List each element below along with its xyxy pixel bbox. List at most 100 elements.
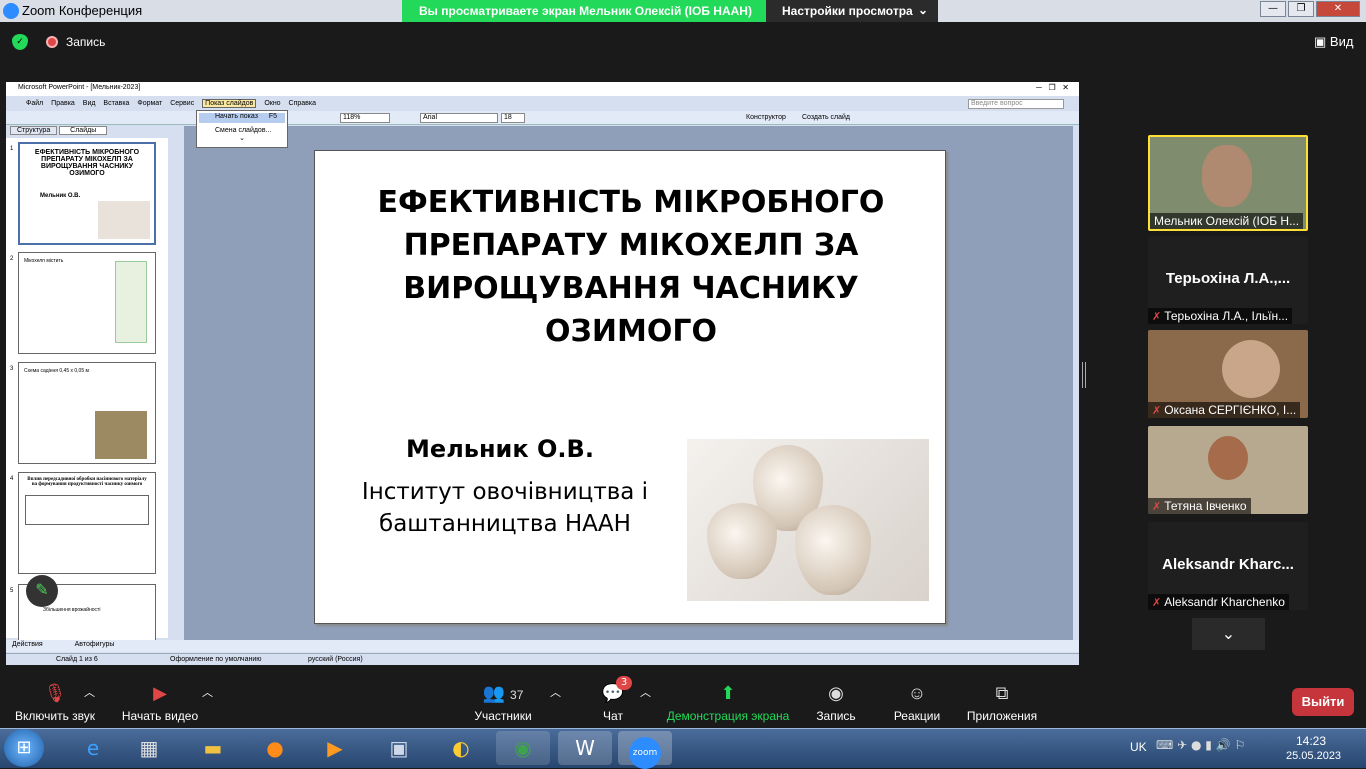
status-bar: Слайд 1 из 6 Оформление по умолчанию рус…: [6, 653, 1079, 665]
thumb-image: [115, 261, 147, 343]
leave-button[interactable]: Выйти: [1292, 688, 1354, 716]
slide-thumb-4[interactable]: Вплив передсадивної обробки насіннєвого …: [18, 472, 156, 574]
menu-format[interactable]: Формат: [137, 100, 162, 107]
menu-window[interactable]: Окно: [264, 100, 280, 107]
start-show-item[interactable]: Начать показ F5: [199, 113, 285, 123]
status-design: Оформление по умолчанию: [170, 656, 262, 663]
folder-icon[interactable]: ▬: [186, 731, 240, 765]
tray-icons[interactable]: ⌨ ✈ ● ▮ 🔊 ⚐: [1156, 738, 1245, 752]
tab-slides[interactable]: Слайды: [59, 126, 108, 135]
ppt-title-bar: Microsoft PowerPoint - [Мельник-2023] ─ …: [6, 82, 1079, 96]
chat-badge: 3: [616, 676, 632, 690]
menu-tools[interactable]: Сервис: [170, 100, 194, 107]
tab-outline[interactable]: Структура: [10, 126, 58, 135]
menu-edit[interactable]: Правка: [51, 100, 75, 107]
thumb-text: Вплив передсадивної обробки насіннєвого …: [27, 477, 147, 487]
mic-muted-icon: ✗: [1152, 597, 1162, 609]
firefox-icon[interactable]: ●: [248, 731, 302, 765]
designer-button[interactable]: Конструктор: [746, 114, 786, 121]
participants-button[interactable]: 👥 37 Участники: [470, 680, 536, 723]
menu-view[interactable]: Вид: [83, 100, 96, 107]
thumb-image: [98, 201, 150, 239]
chrome-icon[interactable]: ◉: [496, 731, 550, 765]
participant-tile[interactable]: Aleksandr Kharc... ✗ Aleksandr Kharchenko: [1148, 522, 1308, 610]
help-search-input[interactable]: Введите вопрос: [968, 99, 1064, 109]
zoom-select[interactable]: 118%: [340, 113, 390, 123]
record-dot-icon: [46, 36, 58, 48]
pen-icon[interactable]: ✎: [26, 575, 58, 607]
window-title: Zoom Конференция: [22, 3, 143, 18]
close-button[interactable]: ✕: [1316, 1, 1360, 17]
actions-menu[interactable]: Действия: [12, 641, 43, 648]
garlic-image: [687, 439, 929, 601]
menu-file[interactable]: Файл: [26, 100, 43, 107]
ie-icon[interactable]: e: [66, 731, 120, 765]
chevron-up-icon[interactable]: ︿: [84, 684, 95, 700]
thumb-number: 2: [10, 256, 14, 262]
media-player-icon[interactable]: ▶: [308, 731, 362, 765]
slide-title[interactable]: ЕФЕКТИВНІСТЬ МІКРОБНОГО ПРЕПАРАТУ МІКОХЕ…: [345, 181, 917, 353]
expand-menu-icon[interactable]: ⌄: [197, 134, 287, 142]
splitter-handle[interactable]: [1082, 362, 1086, 388]
mic-muted-icon: ✗: [1152, 311, 1162, 323]
slide-author[interactable]: Мельник О.В.: [375, 435, 625, 463]
save-icon[interactable]: ▣: [372, 731, 426, 765]
chevron-up-icon[interactable]: ︿: [550, 684, 561, 700]
calculator-icon[interactable]: ▦: [122, 731, 176, 765]
ppt-title: Microsoft PowerPoint - [Мельник-2023]: [18, 84, 141, 91]
slide-thumb-1[interactable]: ЕФЕКТИВНІСТЬ МІКРОБНОГО ПРЕПАРАТУ МІКОХЕ…: [18, 142, 156, 245]
video-button[interactable]: ▶ Начать видео: [120, 680, 200, 723]
share-arrow-icon: ⬆: [720, 683, 736, 703]
apps-label: Приложения: [966, 709, 1038, 723]
start-button[interactable]: ⊞: [4, 729, 44, 767]
view-options-button[interactable]: Настройки просмотра ⌄: [766, 0, 938, 22]
menu-slideshow[interactable]: Показ слайдов: [202, 99, 257, 108]
participant-video: [1202, 145, 1252, 207]
slideshow-dropdown: Начать показ F5 Смена слайдов... ⌄: [196, 110, 288, 148]
thumb-number: 5: [10, 588, 14, 594]
chevron-down-icon[interactable]: ⌄: [1192, 618, 1265, 650]
keyboard-language[interactable]: UK: [1130, 740, 1147, 754]
thumb-number: 4: [10, 476, 14, 482]
menu-insert[interactable]: Вставка: [103, 100, 129, 107]
people-icon: 👥 37: [482, 683, 524, 703]
minimize-button[interactable]: —: [1260, 1, 1286, 17]
font-size-select[interactable]: 18: [501, 113, 525, 123]
smiley-icon: ☺: [907, 683, 927, 703]
new-slide-button[interactable]: Создать слайд: [802, 114, 850, 121]
thumb-text: Збільшення врожайності: [43, 607, 101, 613]
share-screen-button[interactable]: ⬆ Демонстрация экрана: [664, 680, 792, 723]
word-icon[interactable]: W: [558, 731, 612, 765]
chevron-up-icon[interactable]: ︿: [640, 684, 651, 700]
participant-name: Оксана СЕРГІЄНКО, І...: [1164, 403, 1297, 417]
slide-institute[interactable]: Інститут овочівництва і баштанництва НАА…: [335, 476, 675, 540]
maximize-button[interactable]: ❐: [1288, 1, 1314, 17]
mute-label: Включить звук: [14, 709, 96, 723]
zoom-taskbar-button[interactable]: zoom: [618, 731, 672, 769]
clock-date[interactable]: 25.05.2023: [1286, 750, 1341, 762]
font-select[interactable]: Arial: [420, 113, 498, 123]
share-label: Демонстрация экрана: [666, 709, 790, 723]
clock-time[interactable]: 14:23: [1296, 734, 1326, 748]
slide-thumb-2[interactable]: Мікохелп містить: [18, 252, 156, 354]
status-slide: Слайд 1 из 6: [56, 656, 98, 663]
participant-tile[interactable]: Мельник Олексій (ІОБ Н...: [1148, 135, 1308, 231]
view-button[interactable]: ▣ Вид: [1314, 34, 1353, 50]
apps-button[interactable]: ⧉ Приложения: [962, 680, 1042, 723]
participant-tile[interactable]: ✗ Тетяна Івченко: [1148, 426, 1308, 514]
chevron-up-icon[interactable]: ︿: [202, 684, 213, 700]
menu-help[interactable]: Справка: [289, 100, 316, 107]
record-button[interactable]: ◉ Запись: [810, 680, 862, 723]
view-options-label: Настройки просмотра: [782, 4, 913, 18]
thumb-sub: Мельник О.В.: [40, 193, 81, 199]
participant-tile[interactable]: ✗ Оксана СЕРГІЄНКО, І...: [1148, 330, 1308, 418]
participants-count: 37: [510, 688, 524, 702]
drawing-toolbar: Действия Автофигуры: [6, 640, 1079, 652]
reactions-button[interactable]: ☺ Реакции: [888, 680, 946, 723]
autoshapes-menu[interactable]: Автофигуры: [75, 641, 115, 648]
slide-thumb-3[interactable]: Схема садіння 0,45 х 0,05 м: [18, 362, 156, 464]
transition-item[interactable]: Смена слайдов...: [197, 125, 287, 134]
participant-tile[interactable]: Терьохіна Л.А.,... ✗ Терьохіна Л.А., Ільї…: [1148, 236, 1308, 324]
key-icon[interactable]: ◐: [434, 731, 488, 765]
record-label[interactable]: Запись: [66, 35, 105, 49]
